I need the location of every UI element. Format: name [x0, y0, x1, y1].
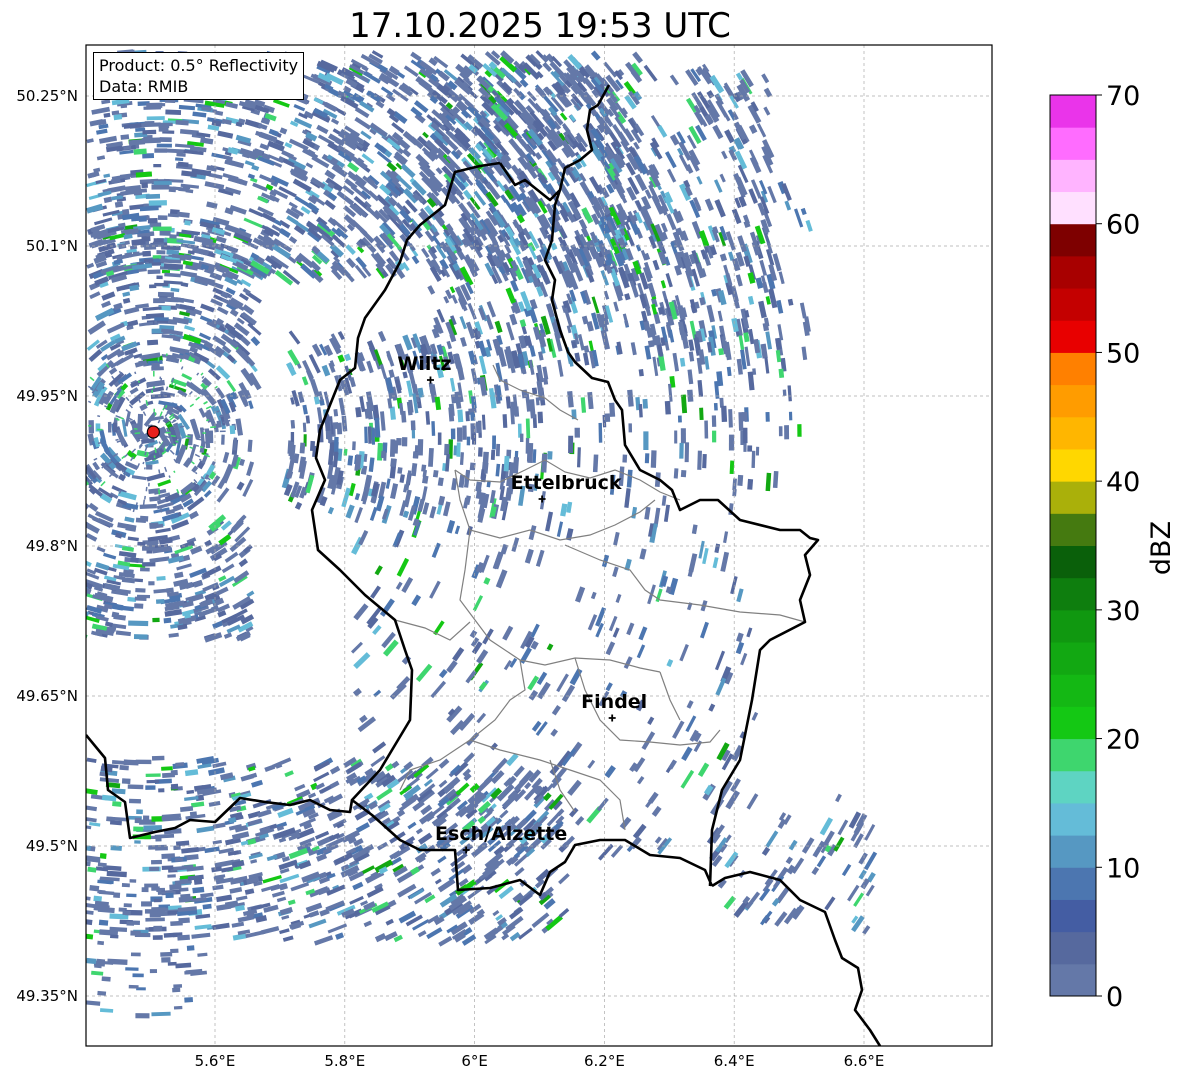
- colorbar-cell: [1050, 352, 1096, 386]
- colorbar-tick-label: 30: [1106, 596, 1140, 627]
- colorbar-cell: [1050, 416, 1096, 450]
- colorbar-cell: [1050, 545, 1096, 579]
- colorbar-cell: [1050, 963, 1096, 997]
- colorbar-cell: [1050, 127, 1096, 160]
- lat-tick-label: 50.1°N: [26, 237, 78, 255]
- colorbar-cell: [1050, 674, 1096, 707]
- colorbar-cell: [1050, 609, 1096, 643]
- city-label: Findel: [581, 691, 647, 713]
- colorbar-tick-label: 60: [1106, 210, 1140, 241]
- colorbar-label: dBZ: [1146, 521, 1177, 575]
- colorbar-cell: [1050, 95, 1096, 128]
- colorbar-cell: [1050, 577, 1096, 611]
- colorbar-tick-label: 10: [1106, 853, 1140, 884]
- colorbar-cell: [1050, 191, 1096, 225]
- lat-tick-label: 49.65°N: [16, 687, 78, 705]
- colorbar-tick-label: 50: [1106, 338, 1140, 369]
- colorbar-cell: [1050, 481, 1096, 514]
- lon-tick-label: 6.6°E: [844, 1052, 885, 1070]
- colorbar-cell: [1050, 835, 1096, 868]
- lat-tick-label: 49.95°N: [16, 387, 78, 405]
- lon-tick-label: 5.6°E: [195, 1052, 236, 1070]
- colorbar-cell: [1050, 642, 1096, 675]
- radar-site-icon: [146, 425, 160, 439]
- lat-tick-label: 50.25°N: [16, 87, 78, 105]
- colorbar-cell: [1050, 448, 1096, 482]
- lon-tick-label: 6.2°E: [584, 1052, 625, 1070]
- lon-tick-label: 5.8°E: [324, 1052, 365, 1070]
- colorbar-cell: [1050, 223, 1096, 257]
- colorbar-tick-label: 20: [1106, 725, 1140, 756]
- colorbar-tick-label: 40: [1106, 467, 1140, 498]
- lon-tick-label: 6.4°E: [714, 1052, 755, 1070]
- colorbar-cell: [1050, 899, 1096, 933]
- colorbar-cell: [1050, 320, 1096, 353]
- lat-tick-label: 49.35°N: [16, 987, 78, 1005]
- colorbar-cell: [1050, 159, 1096, 193]
- lon-tick-label: 6°E: [461, 1052, 488, 1070]
- product-text: Product: 0.5° Reflectivity: [99, 56, 299, 75]
- colorbar-tick-label: 70: [1106, 81, 1140, 112]
- colorbar-cell: [1050, 384, 1096, 418]
- city-label: Esch/Alzette: [435, 823, 567, 845]
- colorbar-cell: [1050, 770, 1096, 804]
- colorbar-tick-label: 0: [1106, 982, 1123, 1013]
- lat-tick-label: 49.8°N: [26, 537, 78, 555]
- lat-tick-label: 49.5°N: [26, 837, 78, 855]
- info-box: Product: 0.5° Reflectivity Data: RMIB: [93, 52, 305, 100]
- radar-site-marker: [146, 425, 160, 439]
- colorbar: 0 10 20 30 40 50 60 70 dBZ: [1049, 81, 1177, 1013]
- radar-map: Wiltz Ettelbruck Findel Esch/Alzette 50.25°…: [16, 44, 1177, 1070]
- data-source-text: Data: RMIB: [99, 77, 189, 96]
- city-label: Wiltz: [397, 353, 451, 375]
- colorbar-cell: [1050, 513, 1096, 546]
- colorbar-cell: [1050, 738, 1096, 772]
- colorbar-cell: [1050, 255, 1096, 289]
- city-label: Ettelbruck: [511, 472, 622, 494]
- colorbar-cell: [1050, 867, 1096, 900]
- colorbar-cell: [1050, 931, 1096, 965]
- colorbar-cell: [1050, 706, 1096, 740]
- plot-area: Wiltz Ettelbruck Findel Esch/Alzette: [86, 45, 992, 1046]
- colorbar-cell: [1050, 802, 1096, 836]
- colorbar-cell: [1050, 288, 1096, 321]
